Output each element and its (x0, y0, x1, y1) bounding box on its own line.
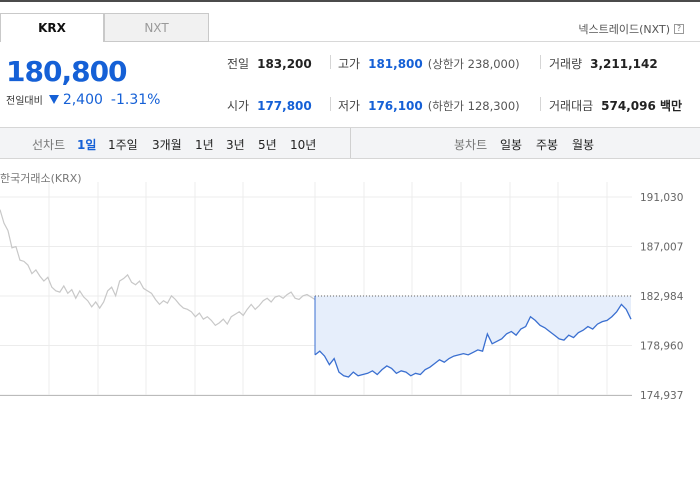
lower-limit: (하한가 128,300) (427, 98, 520, 113)
candle-weekly[interactable]: 주봉 (536, 136, 558, 153)
y-tick-label: 182,984 (640, 291, 684, 303)
stat-separator (540, 97, 541, 111)
stat-label: 거래대금 (549, 99, 594, 113)
y-tick-label: 178,960 (640, 341, 683, 353)
stat-low: 저가 176,100 (하한가 128,300) (338, 97, 520, 114)
y-tick-label: 191,030 (640, 192, 683, 204)
price-chart: 191,030 187,007 182,984 178,960 174,937 (0, 182, 684, 400)
top-border (0, 0, 700, 2)
candle-daily[interactable]: 일봉 (500, 136, 522, 153)
change-percent: -1.31% (110, 92, 161, 108)
down-arrow-icon (48, 95, 59, 104)
stat-value: 574,096 백만 (601, 99, 683, 113)
stat-separator (330, 97, 331, 111)
stat-volume: 거래량 3,211,142 (549, 55, 658, 72)
period-3m[interactable]: 3개월 (152, 136, 182, 153)
stat-label: 전일 (227, 57, 250, 71)
upper-limit: (상한가 238,000) (427, 56, 520, 71)
series-prev-line (0, 209, 316, 327)
nxt-link[interactable]: 넥스트레이드(NXT) ? (578, 21, 684, 37)
tab-krx[interactable]: KRX (0, 13, 104, 42)
candle-chart-label: 봉차트 (454, 138, 488, 152)
period-3y[interactable]: 3년 (226, 136, 245, 153)
period-5y[interactable]: 5년 (258, 136, 277, 153)
stat-separator (330, 55, 331, 69)
series-today-area (315, 295, 631, 377)
y-tick-label: 174,937 (640, 390, 683, 400)
change-value: 2,400 (62, 92, 103, 108)
toolbar-divider (350, 128, 351, 158)
stat-separator (540, 55, 541, 69)
stock-widget: KRX NXT 넥스트레이드(NXT) ? 180,800 전일대비 2,400… (0, 0, 700, 490)
tabs-divider (209, 41, 700, 42)
y-tick-label: 187,007 (640, 241, 683, 253)
stat-value: 3,211,142 (590, 56, 658, 71)
stat-value: 177,800 (257, 98, 312, 113)
chart-baseline (0, 395, 632, 396)
period-1y[interactable]: 1년 (195, 136, 214, 153)
stat-value: 181,800 (368, 56, 423, 71)
chart-toolbar: 선차트 1일 1주일 3개월 1년 3년 5년 10년 봉차트 일봉 주봉 월봉 (0, 127, 700, 159)
price-change: 전일대비 2,400 -1.31% (6, 92, 160, 108)
candle-monthly[interactable]: 월봉 (572, 136, 594, 153)
stat-value: 183,200 (257, 56, 312, 71)
stat-amount: 거래대금 574,096 백만 (549, 97, 682, 114)
period-10y[interactable]: 10년 (290, 136, 316, 153)
stat-open: 시가 177,800 (227, 97, 312, 114)
period-1w[interactable]: 1주일 (108, 136, 138, 153)
tab-nxt[interactable]: NXT (104, 13, 209, 42)
nxt-link-label: 넥스트레이드(NXT) (578, 23, 670, 36)
current-price: 180,800 (6, 55, 128, 88)
stat-high: 고가 181,800 (상한가 238,000) (338, 55, 520, 72)
stat-value: 176,100 (368, 98, 423, 113)
stat-label: 시가 (227, 99, 250, 113)
line-chart-label: 선차트 (32, 138, 66, 152)
help-icon[interactable]: ? (674, 24, 684, 34)
stat-prev-close: 전일 183,200 (227, 55, 312, 72)
period-1d[interactable]: 1일 (77, 136, 96, 153)
stat-label: 거래량 (549, 57, 583, 71)
stat-label: 고가 (338, 57, 361, 71)
change-label: 전일대비 (6, 96, 43, 107)
stat-label: 저가 (338, 99, 361, 113)
